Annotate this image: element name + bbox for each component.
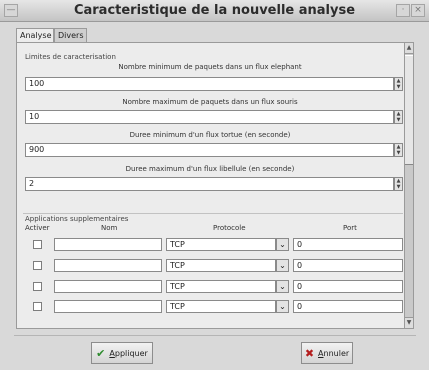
analyse-panel: Limites de caracterisation Nombre minimu… bbox=[16, 42, 414, 329]
row-2-activer-checkbox[interactable] bbox=[33, 261, 42, 270]
row-2-protocole-dropdown-button[interactable]: ⌄ bbox=[276, 259, 289, 272]
row-1-activer-checkbox[interactable] bbox=[33, 240, 42, 249]
column-header-protocole: Protocole bbox=[213, 224, 246, 232]
cancel-button[interactable]: ✖ Annuler bbox=[301, 342, 353, 364]
minimize-button[interactable]: · bbox=[396, 4, 410, 17]
row-3-activer-checkbox[interactable] bbox=[33, 282, 42, 291]
tab-analyse[interactable]: Analyse bbox=[16, 28, 54, 43]
footer-divider bbox=[14, 335, 416, 336]
tortue-min-spin-button[interactable]: ▲ ▼ bbox=[394, 143, 403, 157]
checkmark-icon: ✔ bbox=[96, 346, 106, 360]
souris-max-spin-button[interactable]: ▲ ▼ bbox=[394, 110, 403, 124]
chevron-down-icon: ⌄ bbox=[279, 282, 286, 291]
row-4-port-input[interactable]: 0 bbox=[293, 300, 403, 313]
row-1-protocole-dropdown-button[interactable]: ⌄ bbox=[276, 238, 289, 251]
row-4-nom-input[interactable] bbox=[54, 300, 162, 313]
row-3-protocole-dropdown-button[interactable]: ⌄ bbox=[276, 280, 289, 293]
field-label-elephant: Nombre minimum de paquets dans un flux e… bbox=[118, 63, 302, 71]
tortue-min-input[interactable]: 900 bbox=[25, 143, 394, 157]
column-header-nom: Nom bbox=[101, 224, 118, 232]
scrollbar-thumb[interactable] bbox=[405, 55, 413, 165]
cancel-button-label: Annuler bbox=[318, 348, 350, 358]
section-divider bbox=[23, 213, 403, 214]
row-2-port-input[interactable]: 0 bbox=[293, 259, 403, 272]
row-3-nom-input[interactable] bbox=[54, 280, 162, 293]
row-3-protocole-select[interactable]: TCP bbox=[166, 280, 276, 293]
spin-down-icon: ▼ bbox=[396, 150, 401, 156]
field-label-souris: Nombre maximum de paquets dans un flux s… bbox=[122, 98, 298, 106]
libellule-max-spin-button[interactable]: ▲ ▼ bbox=[394, 177, 403, 191]
field-label-libellule: Duree maximum d'un flux libellule (en se… bbox=[125, 165, 295, 173]
x-icon: ✖ bbox=[304, 346, 315, 360]
chevron-down-icon: ⌄ bbox=[279, 240, 286, 249]
scroll-up-icon[interactable]: ▲ bbox=[405, 43, 413, 54]
chevron-down-icon: ⌄ bbox=[279, 302, 286, 311]
chevron-down-icon: ⌄ bbox=[279, 261, 286, 270]
row-2-protocole-select[interactable]: TCP bbox=[166, 259, 276, 272]
limits-group-label: Limites de caracterisation bbox=[25, 53, 116, 61]
column-header-activer: Activer bbox=[25, 224, 50, 232]
row-3-port-input[interactable]: 0 bbox=[293, 280, 403, 293]
apps-group-label: Applications supplementaires bbox=[25, 215, 129, 223]
row-1-protocole-select[interactable]: TCP bbox=[166, 238, 276, 251]
row-1-nom-input[interactable] bbox=[54, 238, 162, 251]
souris-max-input[interactable]: 10 bbox=[25, 110, 394, 124]
title-bar: — Caracteristique de la nouvelle analyse… bbox=[0, 0, 429, 22]
elephant-min-input[interactable]: 100 bbox=[25, 77, 394, 91]
row-2-nom-input[interactable] bbox=[54, 259, 162, 272]
close-icon: × bbox=[414, 5, 422, 15]
close-button[interactable]: × bbox=[411, 4, 425, 17]
spin-down-icon: ▼ bbox=[396, 84, 401, 90]
row-4-protocole-dropdown-button[interactable]: ⌄ bbox=[276, 300, 289, 313]
column-header-port: Port bbox=[343, 224, 357, 232]
spin-down-icon: ▼ bbox=[396, 184, 401, 190]
apply-button[interactable]: ✔ Appliquer bbox=[91, 342, 153, 364]
window-title: Caracteristique de la nouvelle analyse bbox=[73, 3, 356, 18]
panel-scrollbar[interactable]: ▲ ▼ bbox=[404, 43, 413, 328]
tab-divers[interactable]: Divers bbox=[54, 28, 87, 42]
spin-down-icon: ▼ bbox=[396, 117, 401, 123]
row-4-activer-checkbox[interactable] bbox=[33, 302, 42, 311]
libellule-max-input[interactable]: 2 bbox=[25, 177, 394, 191]
apply-button-label: Appliquer bbox=[109, 348, 148, 358]
minimize-icon: · bbox=[401, 5, 405, 15]
row-4-protocole-select[interactable]: TCP bbox=[166, 300, 276, 313]
row-1-port-input[interactable]: 0 bbox=[293, 238, 403, 251]
scroll-down-icon[interactable]: ▼ bbox=[405, 317, 413, 328]
elephant-min-spin-button[interactable]: ▲ ▼ bbox=[394, 77, 403, 91]
field-label-tortue: Duree minimum d'un flux tortue (en secon… bbox=[129, 131, 291, 139]
